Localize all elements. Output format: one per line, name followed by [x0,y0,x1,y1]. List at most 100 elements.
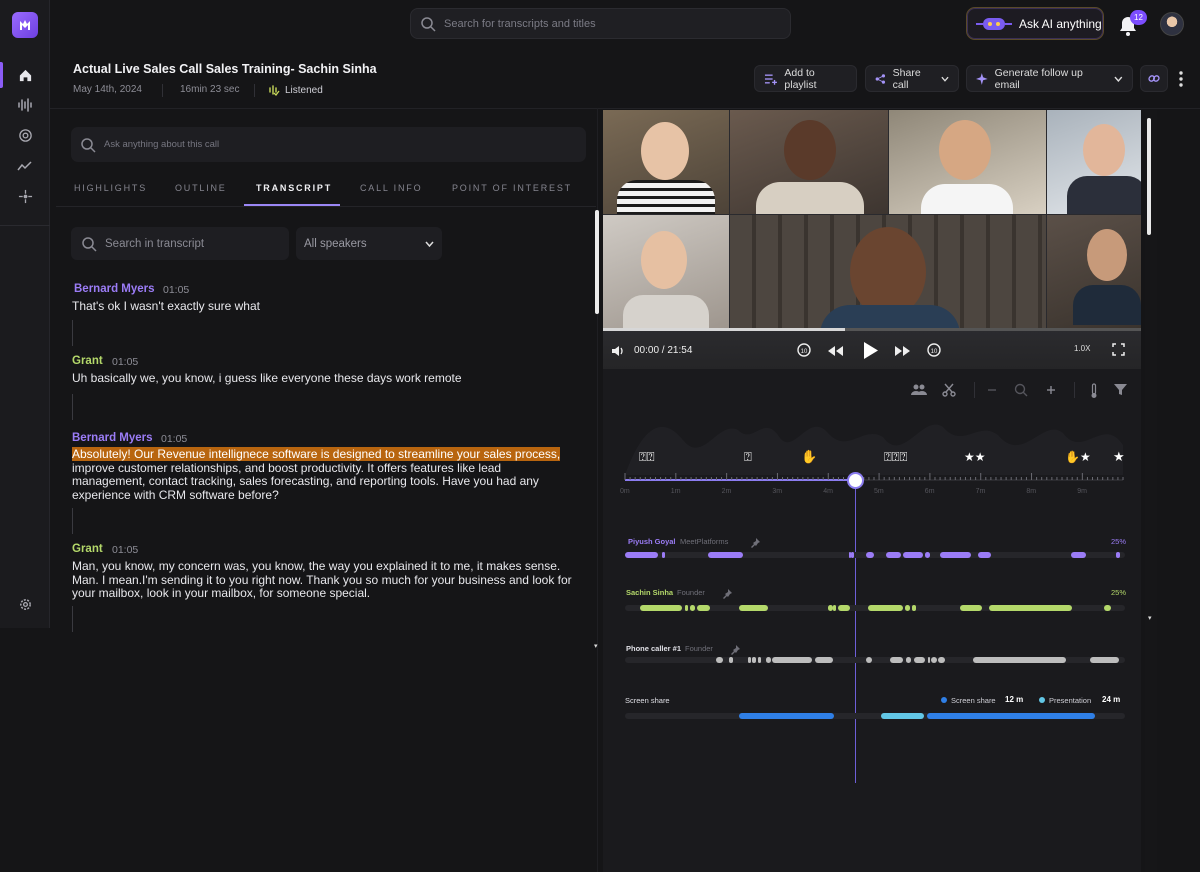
talk-segment[interactable] [772,657,812,663]
ask-call-input[interactable] [104,139,544,150]
speaker-track[interactable] [625,605,1125,611]
transcript-timestamp[interactable]: 01:05 [112,544,138,556]
zoom-in-icon[interactable] [1046,383,1056,402]
waveform-icon[interactable] [0,94,50,116]
playback-speed-button[interactable]: 1.0X [1074,344,1090,353]
transcript-timestamp[interactable]: 01:05 [161,433,187,445]
talk-segment[interactable] [960,605,982,611]
screenshare-segment[interactable] [927,713,1095,719]
talk-segment[interactable] [886,552,901,558]
talk-segment[interactable] [940,552,971,558]
talk-segment[interactable] [1116,552,1120,558]
global-search-input[interactable] [444,17,764,30]
copy-link-button[interactable] [1140,65,1168,92]
talk-segment[interactable] [758,657,761,663]
talk-segment[interactable] [866,657,872,663]
transcript-timestamp[interactable]: 01:05 [112,356,138,368]
talk-segment[interactable] [906,657,911,663]
screenshare-track[interactable] [625,713,1125,719]
skip-back-icon[interactable] [826,344,844,362]
integrations-icon[interactable] [0,185,50,207]
screenshare-segment[interactable] [881,713,924,719]
clip-scissors-icon[interactable] [942,383,956,402]
tab-point-of-interest[interactable]: POINT OF INTEREST [452,183,572,193]
talk-segment[interactable] [729,657,733,663]
talk-segment[interactable] [914,657,925,663]
speaker-track[interactable] [625,657,1125,663]
ask-call-field[interactable] [71,127,586,162]
generate-followup-button[interactable]: Generate follow up email [966,65,1133,92]
transcript-search[interactable] [71,227,289,260]
talk-segment[interactable] [739,605,768,611]
talk-segment[interactable] [625,552,658,558]
transcript-speaker[interactable]: Bernard Myers [72,432,153,444]
talk-segment[interactable] [890,657,903,663]
pin-icon[interactable] [750,535,760,553]
pin-icon[interactable] [722,586,732,604]
talk-segment[interactable] [868,605,903,611]
more-options-icon[interactable] [1178,70,1184,93]
talk-segment[interactable] [752,657,756,663]
talk-segment[interactable] [685,605,688,611]
filter-icon[interactable] [1114,383,1127,401]
talk-segment[interactable] [708,552,743,558]
ask-ai-button[interactable]: Ask AI anything [966,7,1104,40]
timeline-playhead-knob[interactable] [847,472,864,489]
talk-segment[interactable] [851,552,854,558]
speaker-filter-select[interactable]: All speakers [296,227,442,260]
screenshare-segment[interactable] [739,713,834,719]
talk-segment[interactable] [925,552,930,558]
transcript-speaker[interactable]: Grant [72,355,103,367]
trend-icon[interactable] [0,155,50,177]
tab-highlights[interactable]: HIGHLIGHTS [74,183,147,193]
play-icon[interactable] [862,341,879,365]
forward-10-icon[interactable]: 10 [926,342,942,363]
skip-forward-icon[interactable] [894,344,912,362]
target-icon[interactable] [0,124,50,146]
volume-icon[interactable] [611,344,625,362]
zoom-out-icon[interactable] [987,383,997,402]
talk-segment[interactable] [931,657,937,663]
speaker-track[interactable] [625,552,1125,558]
talk-segment[interactable] [838,605,850,611]
talk-segment[interactable] [662,552,665,558]
highlighted-sentence[interactable]: Absolutely! Our Revenue intellignece sof… [72,447,561,461]
tab-transcript[interactable]: TRANSCRIPT [256,183,332,193]
talk-segment[interactable] [903,552,923,558]
tab-outline[interactable]: OUTLINE [175,183,227,193]
talk-segment[interactable] [989,605,1072,611]
settings-icon[interactable] [0,593,50,615]
talk-segment[interactable] [766,657,771,663]
participants-icon[interactable] [911,383,927,402]
talk-segment[interactable] [978,552,991,558]
fullscreen-icon[interactable] [1112,343,1125,361]
zoom-search-icon[interactable] [1014,383,1028,402]
talk-segment[interactable] [640,605,682,611]
talk-segment[interactable] [716,657,723,663]
talk-segment[interactable] [690,605,695,611]
talk-segment[interactable] [928,657,930,663]
global-search[interactable] [410,8,791,39]
talk-segment[interactable] [1104,605,1111,611]
talk-segment[interactable] [912,605,916,611]
talk-segment[interactable] [905,605,910,611]
talk-segment[interactable] [938,657,945,663]
transcript-search-input[interactable] [105,237,275,250]
share-call-button[interactable]: Share call [865,65,959,92]
talk-segment[interactable] [697,605,710,611]
tab-call-info[interactable]: CALL INFO [360,183,422,193]
talk-segment[interactable] [815,657,833,663]
rewind-10-icon[interactable]: 10 [796,342,812,363]
collapse-icon[interactable]: ▾ [594,642,598,650]
user-avatar[interactable] [1160,12,1184,36]
scrollbar[interactable] [1147,118,1151,235]
transcript-timestamp[interactable]: 01:05 [163,284,189,296]
transcript-speaker[interactable]: Bernard Myers [74,283,155,295]
talk-segment[interactable] [833,605,836,611]
sentiment-timeline[interactable]: ⍰⍰ ⍰ ✋ ⍰⍰⍰ ★★ ✋★ ★ [603,405,1141,515]
transcript-speaker[interactable]: Grant [72,543,103,555]
app-logo-icon[interactable] [12,12,38,38]
talk-segment[interactable] [1090,657,1119,663]
thermometer-icon[interactable] [1090,383,1098,404]
scroll-down-icon[interactable]: ▾ [1148,614,1152,622]
